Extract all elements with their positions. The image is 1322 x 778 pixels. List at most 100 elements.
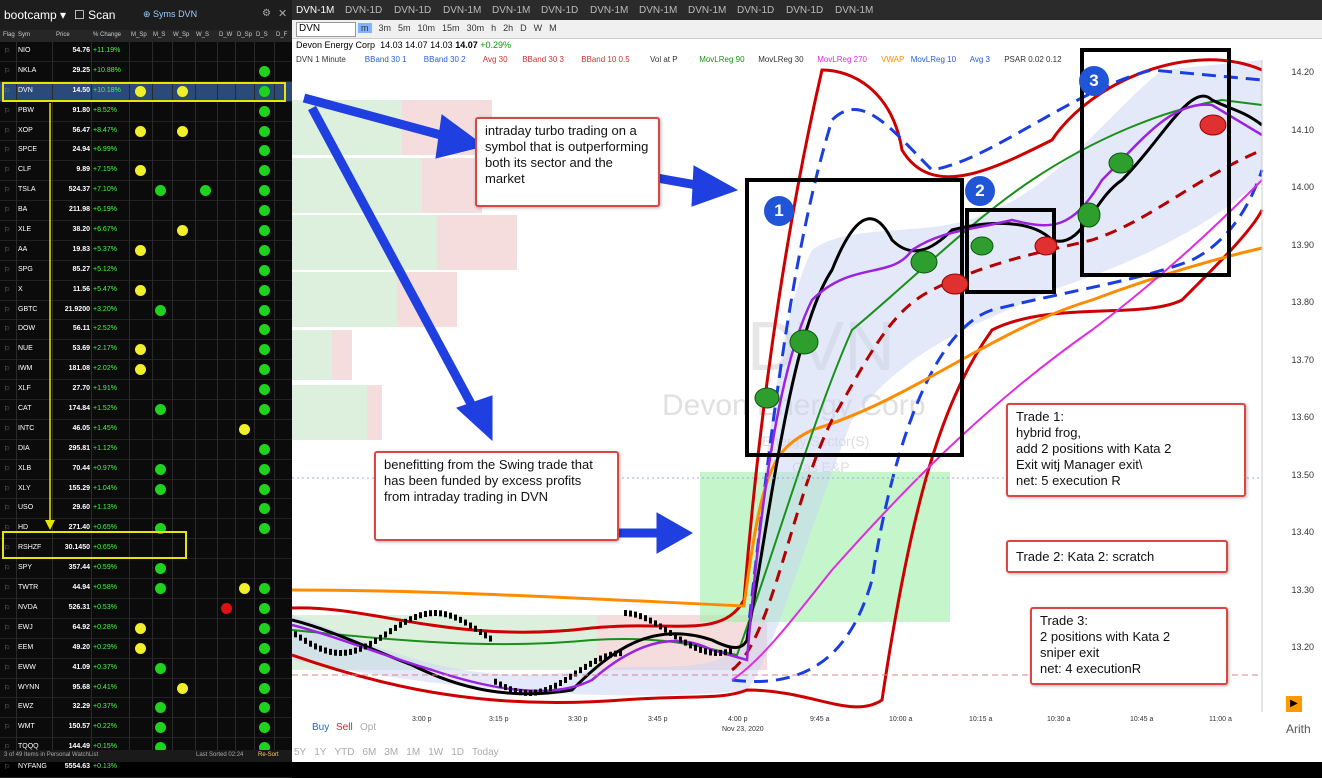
range-button[interactable]: 5Y [294,747,306,758]
flag-icon[interactable]: ⚐ [4,286,10,294]
flag-icon[interactable]: ⚐ [4,425,10,433]
flag-icon[interactable]: ⚐ [4,345,10,353]
flag-icon[interactable]: ⚐ [4,445,10,453]
time-tick: 3:45 p [648,716,668,723]
watchlist-row[interactable]: ⚐ WYNN 95.68 +0.41% [0,679,292,699]
column-header[interactable]: D_W [219,32,232,38]
flag-icon[interactable]: ⚐ [4,226,10,234]
watchlist-row[interactable]: ⚐ CAT 174.84 +1.52% [0,400,292,420]
flag-icon[interactable]: ⚐ [4,723,10,731]
watchlist-row[interactable]: ⚐ EEM 49.20 +0.29% [0,639,292,659]
column-header[interactable]: M_S [153,32,165,38]
flag-icon[interactable]: ⚐ [4,604,10,612]
column-header[interactable]: Flag [3,32,15,38]
watchlist-row[interactable]: ⚐ XOP 56.47 +8.47% [0,122,292,142]
watchlist-row[interactable]: ⚐ TWTR 44.94 +0.58% [0,579,292,599]
flag-icon[interactable]: ⚐ [4,763,10,771]
watchlist-row[interactable]: ⚐ SPCE 24.94 +6.99% [0,141,292,162]
flag-icon[interactable]: ⚐ [4,385,10,393]
flag-icon[interactable]: ⚐ [4,465,10,473]
range-button[interactable]: Today [472,747,499,758]
column-header[interactable]: Sym [18,32,30,38]
range-button[interactable]: 1W [428,747,443,758]
range-button[interactable]: 6M [362,747,376,758]
watchlist-row[interactable]: ⚐ IWM 181.08 +2.02% [0,360,292,381]
watchlist-row[interactable]: ⚐ EWJ 64.92 +0.28% [0,619,292,639]
watchlist-row[interactable]: ⚐ WMT 150.57 +0.22% [0,718,292,739]
flag-icon[interactable]: ⚐ [4,584,10,592]
column-header[interactable]: Price [56,32,70,38]
watchlist-row[interactable]: ⚐ NUE 53.69 +2.17% [0,340,292,361]
watchlist-row[interactable]: ⚐ TSLA 524.37 +7.10% [0,181,292,202]
watchlist-row[interactable]: ⚐ AA 19.83 +5.37% [0,241,292,261]
watchlist-row[interactable]: ⚐ INTC 46.05 +1.45% [0,420,292,440]
buy-button[interactable]: Buy [312,722,329,733]
close-icon[interactable]: ✕ [278,7,287,20]
range-button[interactable]: 1D [451,747,464,758]
flag-icon[interactable]: ⚐ [4,127,10,135]
column-header[interactable]: % Change [93,32,121,38]
flag-icon[interactable]: ⚐ [4,624,10,632]
flag-icon[interactable]: ⚐ [4,684,10,692]
column-header[interactable]: D_S [256,32,268,38]
flag-icon[interactable]: ⚐ [4,246,10,254]
watchlist-row[interactable]: ⚐ EWZ 32.29 +0.37% [0,698,292,719]
range-button[interactable]: 3M [384,747,398,758]
flag-icon[interactable]: ⚐ [4,485,10,493]
column-header[interactable]: W_S [196,32,209,38]
watchlist-row[interactable]: ⚐ USO 29.60 +1.13% [0,499,292,520]
watchlist-row[interactable]: ⚐ PBW 91.80 +8.52% [0,102,292,122]
watchlist-row[interactable]: ⚐ DOW 56.11 +2.52% [0,320,292,341]
watchlist-row[interactable]: ⚐ BA 211.98 +6.19% [0,201,292,222]
flag-icon[interactable]: ⚐ [4,47,10,55]
flag-icon[interactable]: ⚐ [4,186,10,194]
watchlist-selector[interactable]: bootcamp ▾ [4,8,66,22]
play-button[interactable]: ▶ [1286,696,1302,712]
flag-icon[interactable]: ⚐ [4,107,10,115]
sell-button[interactable]: Sell [336,722,353,733]
row-price: 95.68 [72,683,90,691]
range-button[interactable]: 1M [406,747,420,758]
syms-control[interactable]: ⊕ Syms DVN [143,9,197,20]
flag-icon[interactable]: ⚐ [4,703,10,711]
watchlist-row[interactable]: ⚐ XLB 70.44 +0.97% [0,460,292,480]
flag-icon[interactable]: ⚐ [4,564,10,572]
watchlist-row[interactable]: ⚐ CLF 9.89 +7.15% [0,161,292,182]
flag-icon[interactable]: ⚐ [4,67,10,75]
range-button[interactable]: 1Y [314,747,326,758]
watchlist-row[interactable]: ⚐ NKLA 29.25 +10.88% [0,62,292,82]
flag-icon[interactable]: ⚐ [4,405,10,413]
watchlist-row[interactable]: ⚐ GBTC 21.9200 +3.20% [0,301,292,321]
settings-icon[interactable]: ⚙ [262,8,271,19]
watchlist-row[interactable]: ⚐ XLE 38.20 +6.67% [0,221,292,241]
column-header[interactable]: W_Sp [173,32,189,38]
column-header[interactable]: D_Sp [237,32,252,38]
flag-icon[interactable]: ⚐ [4,325,10,333]
watchlist-row[interactable]: ⚐ EWW 41.09 +0.37% [0,659,292,679]
column-header[interactable]: M_Sp [131,32,147,38]
scan-checkbox[interactable]: ☐ Scan [74,8,115,22]
flag-icon[interactable]: ⚐ [4,206,10,214]
column-header[interactable]: D_F [276,32,287,38]
watchlist-row[interactable]: ⚐ SPG 85.27 +5.12% [0,261,292,281]
watchlist-row[interactable]: ⚐ X 11.56 +5.47% [0,281,292,301]
flag-icon[interactable]: ⚐ [4,166,10,174]
watchlist-row[interactable]: ⚐ SPY 357.44 +0.59% [0,559,292,580]
flag-icon[interactable]: ⚐ [4,146,10,154]
candle [639,613,642,620]
flag-icon[interactable]: ⚐ [4,365,10,373]
flag-icon[interactable]: ⚐ [4,504,10,512]
watchlist-row[interactable]: ⚐ XLF 27.70 +1.91% [0,380,292,401]
arith-selector[interactable]: Arith [1286,722,1311,736]
watchlist-row[interactable]: ⚐ XLY 155.29 +1.04% [0,480,292,500]
watchlist-row[interactable]: ⚐ DIA 295.81 +1.12% [0,440,292,460]
flag-icon[interactable]: ⚐ [4,306,10,314]
flag-icon[interactable]: ⚐ [4,644,10,652]
range-button[interactable]: YTD [334,747,354,758]
opt-button[interactable]: Opt [360,722,376,733]
watchlist-row[interactable]: ⚐ NVDA 526.31 +0.53% [0,599,292,619]
resort-button[interactable]: Re-Sort [258,752,279,758]
watchlist-row[interactable]: ⚐ NIO 54.76 +11.19% [0,42,292,62]
flag-icon[interactable]: ⚐ [4,266,10,274]
flag-icon[interactable]: ⚐ [4,664,10,672]
